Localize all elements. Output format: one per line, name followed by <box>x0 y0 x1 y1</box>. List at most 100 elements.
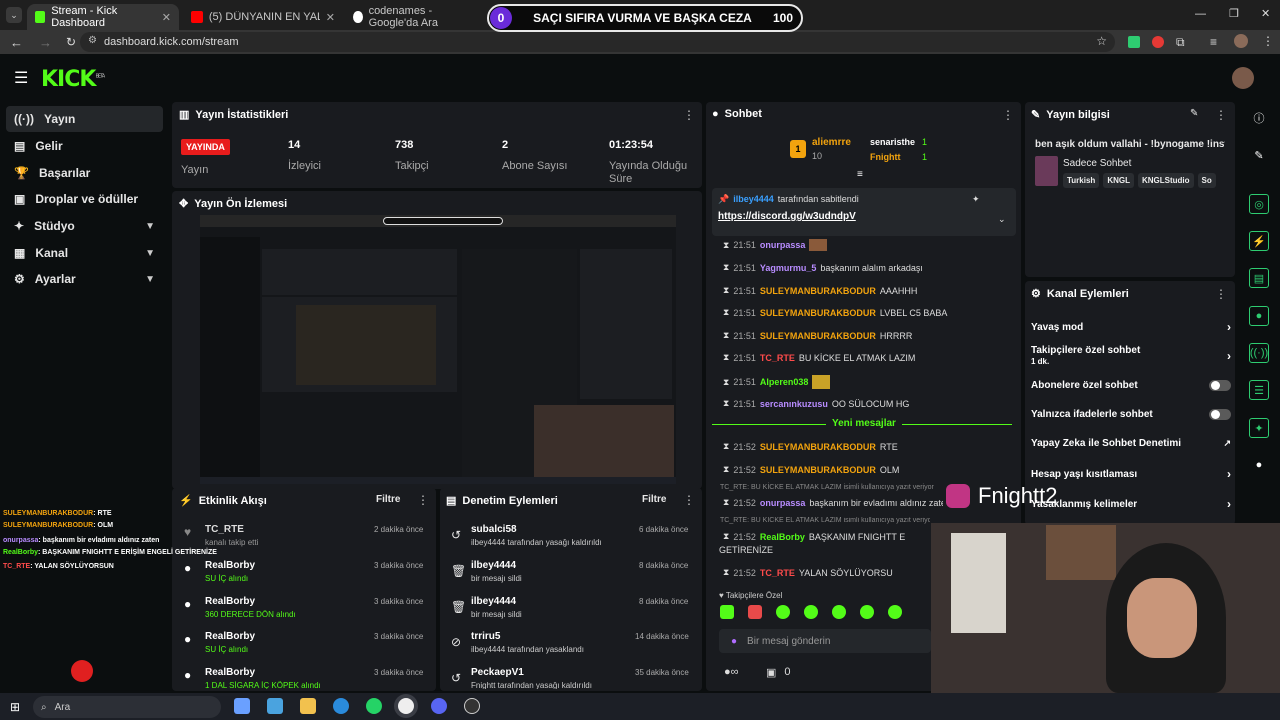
broadcast-icon[interactable]: ((·)) <box>1249 343 1269 363</box>
msg-user[interactable]: SULEYMANBURAKBODUR <box>760 442 876 452</box>
moderation-filter-button[interactable]: Filtre <box>642 494 666 505</box>
user-avatar[interactable] <box>1232 67 1254 89</box>
back-icon[interactable]: ← <box>10 35 23 50</box>
chat-input[interactable]: ● Bir mesaj gönderin <box>719 629 931 653</box>
chevron-down-icon[interactable]: ⌄ <box>998 214 1006 225</box>
site-info-icon[interactable]: ⚙ <box>88 35 97 46</box>
more-options-icon[interactable]: ⋮ <box>1002 108 1014 122</box>
moderation-name[interactable]: ilbey4444 <box>471 560 516 571</box>
forward-icon[interactable]: → <box>39 35 52 50</box>
taskbar-search[interactable]: ⌕ Ara <box>33 696 221 718</box>
subs-only-toggle[interactable] <box>1209 380 1231 391</box>
emote-icon[interactable] <box>860 605 874 619</box>
extensions-puzzle-icon[interactable]: ⧉ <box>1176 35 1185 50</box>
unpin-icon[interactable]: ✦ <box>972 194 980 205</box>
gift-counter[interactable]: ▣ 0 <box>766 666 791 679</box>
file-explorer-icon[interactable] <box>300 698 316 714</box>
msg-user[interactable]: Alperen038 <box>760 377 809 387</box>
extension-icon[interactable] <box>1152 36 1164 48</box>
sidebar-item-basarilar[interactable]: 🏆 Başarılar <box>6 160 163 186</box>
store-icon[interactable] <box>267 698 283 714</box>
whatsapp-icon[interactable] <box>366 698 382 714</box>
emote-icon[interactable] <box>832 605 846 619</box>
profile-avatar-icon[interactable] <box>1234 34 1248 48</box>
tag[interactable]: KNGL <box>1103 173 1134 188</box>
copilot-icon[interactable] <box>234 698 250 714</box>
tab-youtube[interactable]: (5) DÜNYANIN EN YALNIZ EVİN ✕ <box>183 4 343 30</box>
emote-icon[interactable] <box>804 605 818 619</box>
points-icon[interactable]: ● <box>1249 455 1269 475</box>
discord-icon[interactable] <box>431 698 447 714</box>
capture-icon[interactable]: ◎ <box>1249 194 1269 214</box>
maximize-icon[interactable]: ❐ <box>1229 7 1239 20</box>
emote-icon[interactable] <box>748 605 762 619</box>
lightning-icon[interactable]: ⚡ <box>1249 231 1269 251</box>
chrome-icon[interactable] <box>398 698 414 714</box>
emote-icon[interactable] <box>776 605 790 619</box>
windows-start-icon[interactable]: ⊞ <box>10 700 20 714</box>
minimize-icon[interactable]: — <box>1195 8 1206 20</box>
activity-name[interactable]: TC_RTE <box>205 524 244 535</box>
microphone-icon[interactable]: ● <box>731 636 737 647</box>
url-field[interactable]: ⚙ dashboard.kick.com/stream ☆ <box>80 32 1115 52</box>
more-options-icon[interactable]: ⋮ <box>1215 108 1227 122</box>
window-close-icon[interactable]: ✕ <box>1261 7 1270 20</box>
more-options-icon[interactable]: ⋮ <box>683 108 695 122</box>
msg-user[interactable]: TC_RTE <box>760 353 795 363</box>
browser-menu-icon[interactable]: ⋮ <box>1262 34 1274 48</box>
sidebar-item-droplar[interactable]: ▣ Droplar ve ödüller <box>6 186 163 212</box>
pinned-by[interactable]: ilbey4444 <box>733 194 774 205</box>
more-options-icon[interactable]: ⋮ <box>683 493 695 507</box>
msg-user[interactable]: sercanınkuzusu <box>760 399 828 409</box>
activity-filter-button[interactable]: Filtre <box>376 494 400 505</box>
activity-name[interactable]: RealBorby <box>205 667 255 678</box>
sidebar-item-gelir[interactable]: ▤ Gelir <box>6 133 163 159</box>
leader-name[interactable]: senaristhe <box>870 137 915 147</box>
msg-user[interactable]: SULEYMANBURAKBODUR <box>760 331 876 341</box>
moderation-name[interactable]: subalci58 <box>471 524 517 535</box>
pin-toggle-icon[interactable]: ≡ <box>857 169 863 180</box>
sidebar-item-kanal[interactable]: ▦ Kanal ▼ <box>6 240 163 266</box>
info-icon[interactable]: ⓘ <box>1249 108 1269 128</box>
obs-icon[interactable] <box>464 698 480 714</box>
sidebar-item-studyo[interactable]: ✦ Stüdyo ▼ <box>6 213 163 239</box>
moderation-name[interactable]: ilbey4444 <box>471 596 516 607</box>
msg-user[interactable]: Yagmurmu_5 <box>760 263 817 273</box>
extension-icon[interactable] <box>1128 36 1140 48</box>
edit-icon[interactable]: ✎ <box>1190 108 1198 119</box>
close-icon[interactable]: ✕ <box>162 11 171 24</box>
msg-user[interactable]: RealBorby <box>760 532 805 542</box>
pinned-link[interactable]: https://discord.gg/w3udndpV <box>718 211 856 222</box>
emote-only-toggle[interactable] <box>1209 409 1231 420</box>
moderation-name[interactable]: trriru5 <box>471 631 500 642</box>
action-ai-moderation[interactable]: Yapay Zeka ile Sohbet Denetimi ↗ <box>1031 438 1231 449</box>
msg-user[interactable]: onurpassa <box>760 498 806 508</box>
reload-icon[interactable]: ↻ <box>66 35 76 49</box>
more-options-icon[interactable]: ⋮ <box>417 493 429 507</box>
sidebar-item-ayarlar[interactable]: ⚙ Ayarlar ▼ <box>6 266 163 292</box>
msg-user[interactable]: SULEYMANBURAKBODUR <box>760 308 876 318</box>
stream-preview-video[interactable] <box>200 215 676 484</box>
kick-logo[interactable]: KICKBETA <box>41 67 105 92</box>
wrench-icon[interactable]: ✦ <box>1249 418 1269 438</box>
action-account-age[interactable]: Hesap yaşı kısıtlaması › <box>1031 467 1231 481</box>
tab-list-icon[interactable]: ⌄ <box>6 7 22 23</box>
more-options-icon[interactable]: ⋮ <box>1215 287 1227 301</box>
bookmark-star-icon[interactable]: ☆ <box>1096 34 1107 48</box>
sidebar-item-yayin[interactable]: ((·)) Yayın <box>6 106 163 132</box>
category-thumbnail[interactable] <box>1035 156 1058 186</box>
msg-user[interactable]: onurpassa <box>760 240 806 250</box>
close-icon[interactable]: ✕ <box>326 11 335 24</box>
hamburger-menu-icon[interactable]: ☰ <box>14 68 28 88</box>
leader-name[interactable]: aliemrre <box>812 137 851 148</box>
edge-icon[interactable] <box>333 698 349 714</box>
chat-icon[interactable]: ● <box>1249 306 1269 326</box>
msg-user[interactable]: SULEYMANBURAKBODUR <box>760 465 876 475</box>
category-name[interactable]: Sadece Sohbet <box>1063 158 1131 169</box>
emote-icon[interactable] <box>888 605 902 619</box>
tab-kick-dashboard[interactable]: Stream - Kick Dashboard ✕ <box>27 4 179 30</box>
action-banned-words[interactable]: Yasaklanmış kelimeler › <box>1031 497 1231 511</box>
msg-user[interactable]: TC_RTE <box>760 568 795 578</box>
tag[interactable]: KNGLStudio <box>1137 173 1194 188</box>
moderation-name[interactable]: PeckaepV1 <box>471 667 524 678</box>
